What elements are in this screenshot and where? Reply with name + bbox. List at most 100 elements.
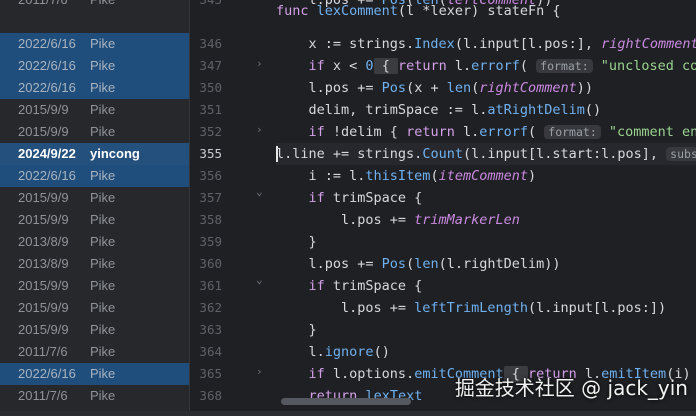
blame-author: Pike (90, 190, 116, 205)
blame-author: Pike (90, 212, 116, 227)
blame-row[interactable]: 2015/9/9 Pike (0, 99, 189, 121)
blame-date: 2015/9/9 (18, 124, 69, 139)
blame-author: Pike (90, 322, 116, 337)
blame-author: Pike (90, 0, 115, 11)
line-number: 347 (199, 58, 222, 73)
blame-author: Pike (90, 80, 116, 95)
blame-author: Pike (90, 58, 116, 73)
code-line: l.pos += trimMarkerLen (276, 212, 520, 228)
blame-date: 2013/8/9 (18, 256, 69, 271)
line-number: 351 (199, 102, 222, 117)
blame-row[interactable]: 2022/6/16 Pike (0, 33, 189, 55)
blame-date: 2015/9/9 (18, 102, 69, 117)
parameter-hint: format: (544, 125, 601, 139)
blame-author: Pike (90, 388, 116, 403)
blame-row[interactable]: 2015/9/9 Pike (0, 121, 189, 143)
blame-date: 2013/8/9 (18, 234, 69, 249)
code-line: if trimSpace { (308, 278, 423, 294)
blame-author: Pike (90, 256, 116, 271)
blame-row[interactable]: 2015/9/9 Pike (0, 187, 189, 209)
parameter-hint: format: (536, 59, 593, 73)
blame-date: 2011/7/6 (18, 0, 68, 11)
line-number: 350 (199, 80, 222, 95)
code-line: } (276, 322, 317, 338)
blame-date: 2011/7/6 (18, 388, 68, 403)
blame-author: Pike (90, 344, 116, 359)
code-line: if trimSpace { (308, 190, 423, 206)
status-strip (0, 411, 696, 416)
blame-annotation-panel: 2011/7/6Pike2022/6/16Pike2022/6/16Pike20… (0, 0, 189, 416)
blame-date: 2022/6/16 (18, 36, 76, 51)
blame-date: 2024/9/22 (18, 146, 76, 161)
blame-author: yincong (90, 146, 140, 161)
blame-row[interactable]: 2022/6/16 Pike (0, 77, 189, 99)
horizontal-scrollbar[interactable] (281, 398, 411, 405)
line-number: 365 (199, 366, 222, 381)
fold-collapse-icon[interactable]: ⌄ (256, 273, 263, 286)
line-number: 358 (199, 212, 222, 227)
blame-date: 2015/9/9 (18, 212, 69, 227)
blame-row[interactable]: 2015/9/9 Pike (0, 319, 189, 341)
line-number: 356 (199, 168, 222, 183)
blame-date: 2011/7/6 (18, 344, 68, 359)
blame-date: 2022/6/16 (18, 168, 76, 183)
code-editor[interactable]: func lexComment(l *lexer) stateFn { l.po… (276, 0, 696, 416)
line-number: 355 (199, 146, 222, 161)
line-number: 345 (190, 0, 222, 7)
blame-row[interactable]: 2011/7/6 Pike (0, 341, 189, 363)
code-line: } (276, 234, 317, 250)
code-line: x := strings.Index(l.input[l.pos:], righ… (276, 36, 696, 52)
blame-row[interactable]: 2015/9/9 Pike (0, 275, 189, 297)
blame-row[interactable]: 2011/7/6 Pike (0, 0, 189, 11)
blame-date: 2022/6/16 (18, 366, 76, 381)
blame-date: 2015/9/9 (18, 190, 69, 205)
line-number: 346 (199, 36, 222, 51)
blame-author: Pike (90, 168, 116, 183)
line-number: 361 (199, 278, 222, 293)
code-line: l.pos += Pos(len(leftComment)) (276, 0, 553, 8)
code-line: l.pos += leftTrimLength(l.input[l.pos:]) (276, 300, 667, 316)
line-number-gutter: 345 346 347 › 350 351 352 › 355 356 357 ⌄ 358 359 360 3… (190, 0, 270, 416)
line-number: 352 (199, 124, 222, 139)
blame-row[interactable]: 2013/8/9 Pike (0, 253, 189, 275)
watermark: 掘金技术社区 @ jack_yin (454, 376, 688, 400)
code-line: if !delim { return l.errorf( format: "co… (308, 124, 696, 140)
blame-author: Pike (90, 300, 116, 315)
line-number: 360 (199, 256, 222, 271)
blame-author: Pike (90, 234, 116, 249)
blame-date: 2015/9/9 (18, 300, 69, 315)
line-number: 357 (199, 190, 222, 205)
blame-row[interactable]: 2022/6/16 Pike (0, 363, 189, 385)
code-line: l.pos += Pos(len(l.rightDelim)) (276, 256, 561, 272)
blame-row[interactable]: 2011/7/6 Pike (0, 385, 189, 407)
fold-expand-icon[interactable]: › (256, 365, 263, 378)
blame-author: Pike (90, 102, 116, 117)
blame-date: 2015/9/9 (18, 278, 69, 293)
line-number: 368 (199, 388, 222, 403)
blame-author: Pike (90, 278, 116, 293)
blame-row[interactable]: 2015/9/9 Pike (0, 297, 189, 319)
blame-author: Pike (90, 124, 116, 139)
current-code-line: l.line += strings.Count(l.input[l.start:… (276, 143, 696, 165)
line-number: 364 (199, 344, 222, 359)
blame-row[interactable]: 2013/8/9 Pike (0, 231, 189, 253)
code-line: l.ignore() (276, 344, 390, 360)
fold-collapse-icon[interactable]: ⌄ (256, 185, 263, 198)
code-line: l.pos += Pos(x + len(rightComment)) (276, 80, 594, 96)
parameter-hint: substr: (666, 147, 696, 161)
fold-expand-icon[interactable]: › (256, 123, 263, 136)
blame-author: Pike (90, 36, 116, 51)
blame-row[interactable]: 2022/6/16 Pike (0, 165, 189, 187)
blame-date: 2015/9/9 (18, 322, 69, 337)
blame-row[interactable]: 2024/9/22 yincong (0, 143, 189, 165)
blame-date: 2022/6/16 (18, 80, 76, 95)
code-line: if x < 0 { return l.errorf( format: "unc… (308, 58, 696, 74)
code-line: i := l.thisItem(itemComment) (276, 168, 537, 184)
blame-row[interactable]: 2015/9/9 Pike (0, 209, 189, 231)
blame-date: 2022/6/16 (18, 58, 76, 73)
line-number: 362 (199, 300, 222, 315)
fold-expand-icon[interactable]: › (256, 57, 263, 70)
blame-author: Pike (90, 366, 116, 381)
code-line: delim, trimSpace := l.atRightDelim() (276, 102, 602, 118)
blame-row[interactable]: 2022/6/16 Pike (0, 55, 189, 77)
